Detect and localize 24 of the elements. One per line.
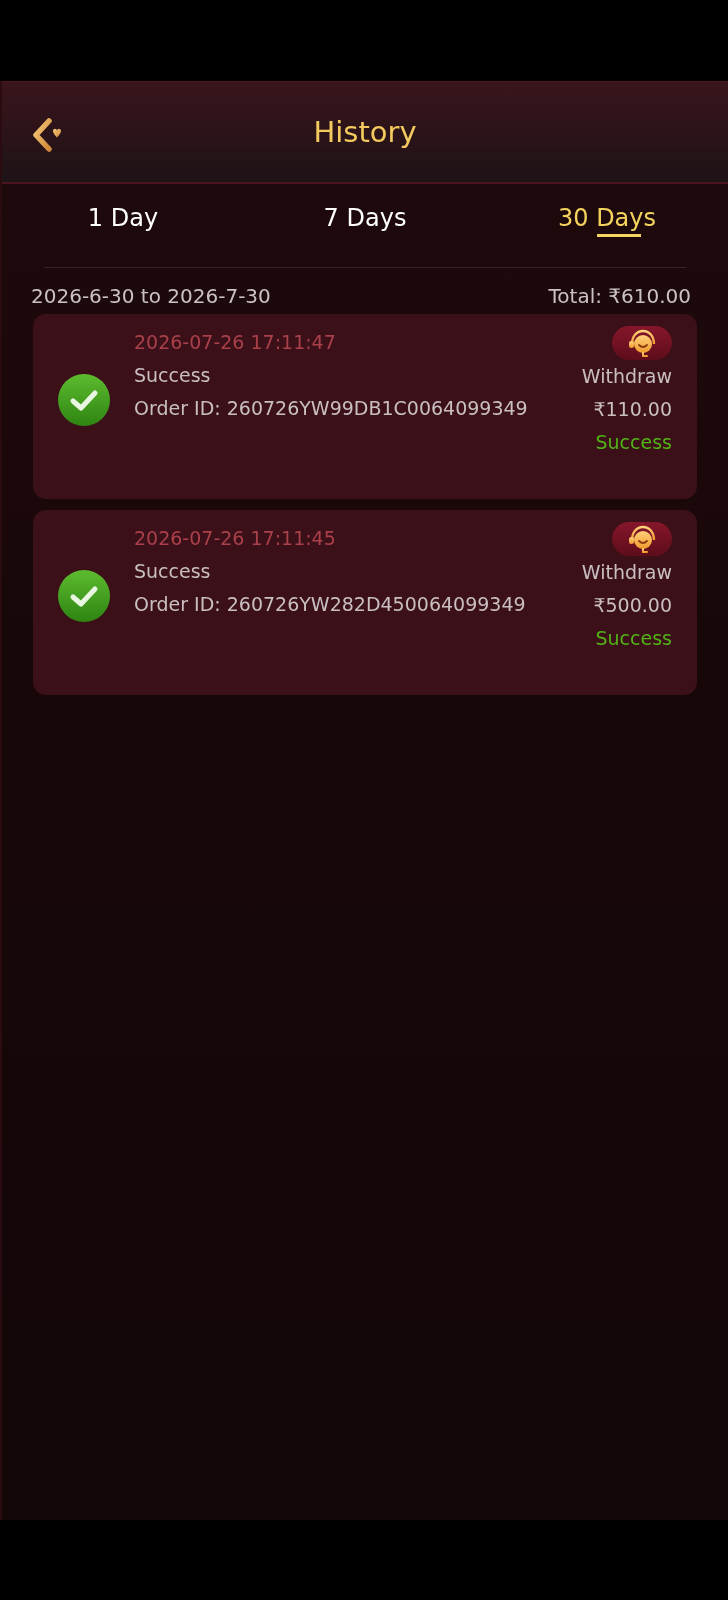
check-circle-icon <box>58 570 110 622</box>
back-icon[interactable] <box>32 118 64 152</box>
type-text: Withdraw <box>581 364 672 389</box>
amount-text: ₹110.00 <box>593 397 672 422</box>
support-button[interactable] <box>612 326 672 360</box>
timestamp-text: 2026-07-26 17:11:47 <box>134 330 337 355</box>
order-id-text: Order ID: 260726YW282D450064099349 <box>134 592 527 617</box>
support-button[interactable] <box>612 522 672 556</box>
period-tab[interactable]: 7 Days <box>321 203 409 237</box>
status-text: Success <box>134 559 212 584</box>
headset-icon <box>628 525 656 553</box>
date-range-text: 2026-6-30 to 2026-7-30 <box>31 283 271 310</box>
check-circle-icon <box>58 374 110 426</box>
type-text: Withdraw <box>581 560 672 585</box>
page-title: History <box>313 114 417 150</box>
timestamp-text: 2026-07-26 17:11:45 <box>134 526 337 551</box>
headset-icon <box>628 329 656 357</box>
status-text: Success <box>134 363 212 388</box>
amount-text: ₹500.00 <box>593 593 672 618</box>
total-text: Total: ₹610.00 <box>548 283 691 310</box>
period-tab[interactable]: 1 Day <box>85 203 161 237</box>
order-id-text: Order ID: 260726YW99DB1C0064099349 <box>134 396 529 421</box>
result-text: Success <box>595 430 672 455</box>
result-text: Success <box>595 626 672 651</box>
